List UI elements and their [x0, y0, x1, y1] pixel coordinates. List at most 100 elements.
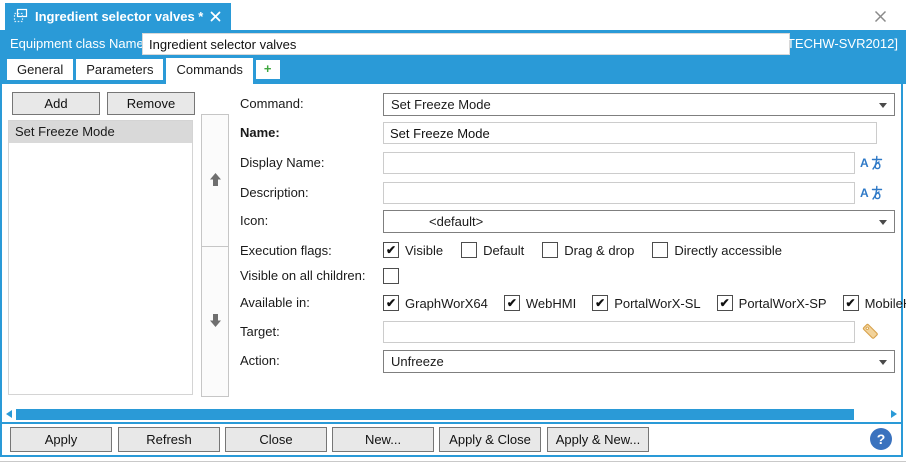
display-name-label: Display Name:: [240, 152, 325, 174]
move-down-button[interactable]: [201, 247, 229, 397]
tag-browser-icon[interactable]: [861, 322, 880, 344]
reorder-arrows: [201, 114, 229, 397]
flag-default: Default: [461, 242, 524, 258]
localization-icon[interactable]: A: [860, 155, 884, 171]
scroll-right-icon[interactable]: [891, 410, 897, 418]
available-portalworx-sp: PortalWorX-SP: [717, 295, 827, 311]
name-input[interactable]: [383, 122, 877, 144]
graphworx64-checkbox-label: GraphWorX64: [405, 296, 488, 311]
icon-dropdown-value: <default>: [391, 214, 483, 229]
available-in-label: Available in:: [240, 292, 310, 314]
visible-checkbox-label: Visible: [405, 243, 443, 258]
visible-on-all-children-label: Visible on all children:: [240, 265, 366, 287]
help-icon[interactable]: ?: [870, 428, 892, 450]
scrollbar-thumb[interactable]: [16, 409, 854, 420]
tab-close-icon[interactable]: [210, 11, 221, 22]
chevron-down-icon: [879, 103, 887, 108]
graphworx64-checkbox[interactable]: [383, 295, 399, 311]
apply-and-new-button[interactable]: Apply & New...: [547, 427, 649, 452]
flag-visible: Visible: [383, 242, 443, 258]
tab-commands[interactable]: Commands: [166, 58, 252, 84]
apply-and-close-button[interactable]: Apply & Close: [439, 427, 541, 452]
drag-drop-checkbox[interactable]: [542, 242, 558, 258]
action-dropdown[interactable]: Unfreeze: [383, 350, 895, 373]
svg-text:A: A: [860, 156, 869, 170]
header-bar: Equipment class Name: [TECHW-SVR2012]: [0, 30, 906, 58]
directly-accessible-checkbox-label: Directly accessible: [674, 243, 782, 258]
chevron-down-icon: [879, 360, 887, 365]
localization-icon[interactable]: A: [860, 185, 884, 201]
visible-on-all-children-checkbox[interactable]: [383, 268, 399, 284]
commands-list[interactable]: Set Freeze Mode: [8, 120, 193, 395]
portalworx-sp-checkbox-label: PortalWorX-SP: [739, 296, 827, 311]
execution-flags-group: Visible Default Drag & drop Directly acc…: [383, 241, 782, 259]
target-input[interactable]: [383, 321, 855, 343]
command-dropdown-value: Set Freeze Mode: [391, 97, 491, 112]
close-button[interactable]: Close: [225, 427, 327, 452]
equipment-class-name-input[interactable]: [142, 33, 790, 55]
mobilehmi-checkbox-label: MobileHMI: [865, 296, 906, 311]
server-name-label: [TECHW-SVR2012]: [783, 30, 898, 58]
flag-drag-drop: Drag & drop: [542, 242, 634, 258]
scroll-left-icon[interactable]: [6, 410, 12, 418]
command-label: Command:: [240, 93, 304, 115]
webhmi-checkbox[interactable]: [504, 295, 520, 311]
equipment-class-name-label: Equipment class Name:: [10, 30, 147, 58]
tab-commands-label: Commands: [176, 62, 242, 77]
available-mobilehmi: MobileHMI: [843, 295, 906, 311]
description-label: Description:: [240, 182, 309, 204]
available-webhmi: WebHMI: [504, 295, 576, 311]
available-graphworx64: GraphWorX64: [383, 295, 488, 311]
name-label: Name:: [240, 122, 280, 144]
tab-parameters-label: Parameters: [86, 62, 153, 77]
commands-main-area: Add Remove Set Freeze Mode Com: [2, 84, 901, 407]
available-portalworx-sl: PortalWorX-SL: [592, 295, 700, 311]
tab-strip: General Parameters Commands +: [0, 58, 906, 84]
document-tab[interactable]: Ingredient selector valves *: [5, 3, 231, 30]
arrow-down-icon: [209, 313, 222, 331]
apply-button[interactable]: Apply: [10, 427, 112, 452]
action-label: Action:: [240, 350, 280, 372]
default-checkbox[interactable]: [461, 242, 477, 258]
refresh-button[interactable]: Refresh: [118, 427, 220, 452]
directly-accessible-checkbox[interactable]: [652, 242, 668, 258]
horizontal-scrollbar[interactable]: [2, 407, 901, 422]
mobilehmi-checkbox[interactable]: [843, 295, 859, 311]
footer-button-bar: Apply Refresh Close New... Apply & Close…: [2, 424, 901, 455]
webhmi-checkbox-label: WebHMI: [526, 296, 576, 311]
new-button[interactable]: New...: [332, 427, 434, 452]
execution-flags-label: Execution flags:: [240, 240, 332, 262]
description-input[interactable]: [383, 182, 855, 204]
move-up-button[interactable]: [201, 114, 229, 247]
title-row: Ingredient selector valves *: [0, 0, 906, 30]
add-tab-icon: +: [264, 61, 272, 76]
flag-directly-accessible: Directly accessible: [652, 242, 782, 258]
equipment-class-editor-window: Ingredient selector valves * Equipment c…: [0, 0, 906, 465]
tab-general-label: General: [17, 62, 63, 77]
equipment-class-icon: [13, 8, 28, 26]
portalworx-sp-checkbox[interactable]: [717, 295, 733, 311]
tab-parameters[interactable]: Parameters: [76, 59, 163, 80]
visible-checkbox[interactable]: [383, 242, 399, 258]
tab-general[interactable]: General: [7, 59, 73, 80]
document-tab-title: Ingredient selector valves *: [35, 9, 203, 24]
target-label: Target:: [240, 321, 280, 343]
list-item-set-freeze-mode[interactable]: Set Freeze Mode: [9, 121, 192, 143]
display-name-input[interactable]: [383, 152, 855, 174]
icon-label: Icon:: [240, 210, 268, 232]
icon-dropdown[interactable]: <default>: [383, 210, 895, 233]
remove-command-button[interactable]: Remove: [107, 92, 195, 115]
default-checkbox-label: Default: [483, 243, 524, 258]
command-dropdown[interactable]: Set Freeze Mode: [383, 93, 895, 116]
arrow-up-icon: [209, 172, 222, 190]
available-in-group: GraphWorX64 WebHMI PortalWorX-SL PortalW…: [383, 294, 906, 312]
add-command-button[interactable]: Add: [12, 92, 100, 115]
drag-drop-checkbox-label: Drag & drop: [564, 243, 634, 258]
portalworx-sl-checkbox-label: PortalWorX-SL: [614, 296, 700, 311]
action-dropdown-value: Unfreeze: [391, 354, 444, 369]
window-close-icon[interactable]: [872, 8, 888, 24]
visible-on-all-children-group: [383, 267, 399, 285]
portalworx-sl-checkbox[interactable]: [592, 295, 608, 311]
svg-text:A: A: [860, 186, 869, 200]
tab-add-new[interactable]: +: [256, 60, 280, 79]
